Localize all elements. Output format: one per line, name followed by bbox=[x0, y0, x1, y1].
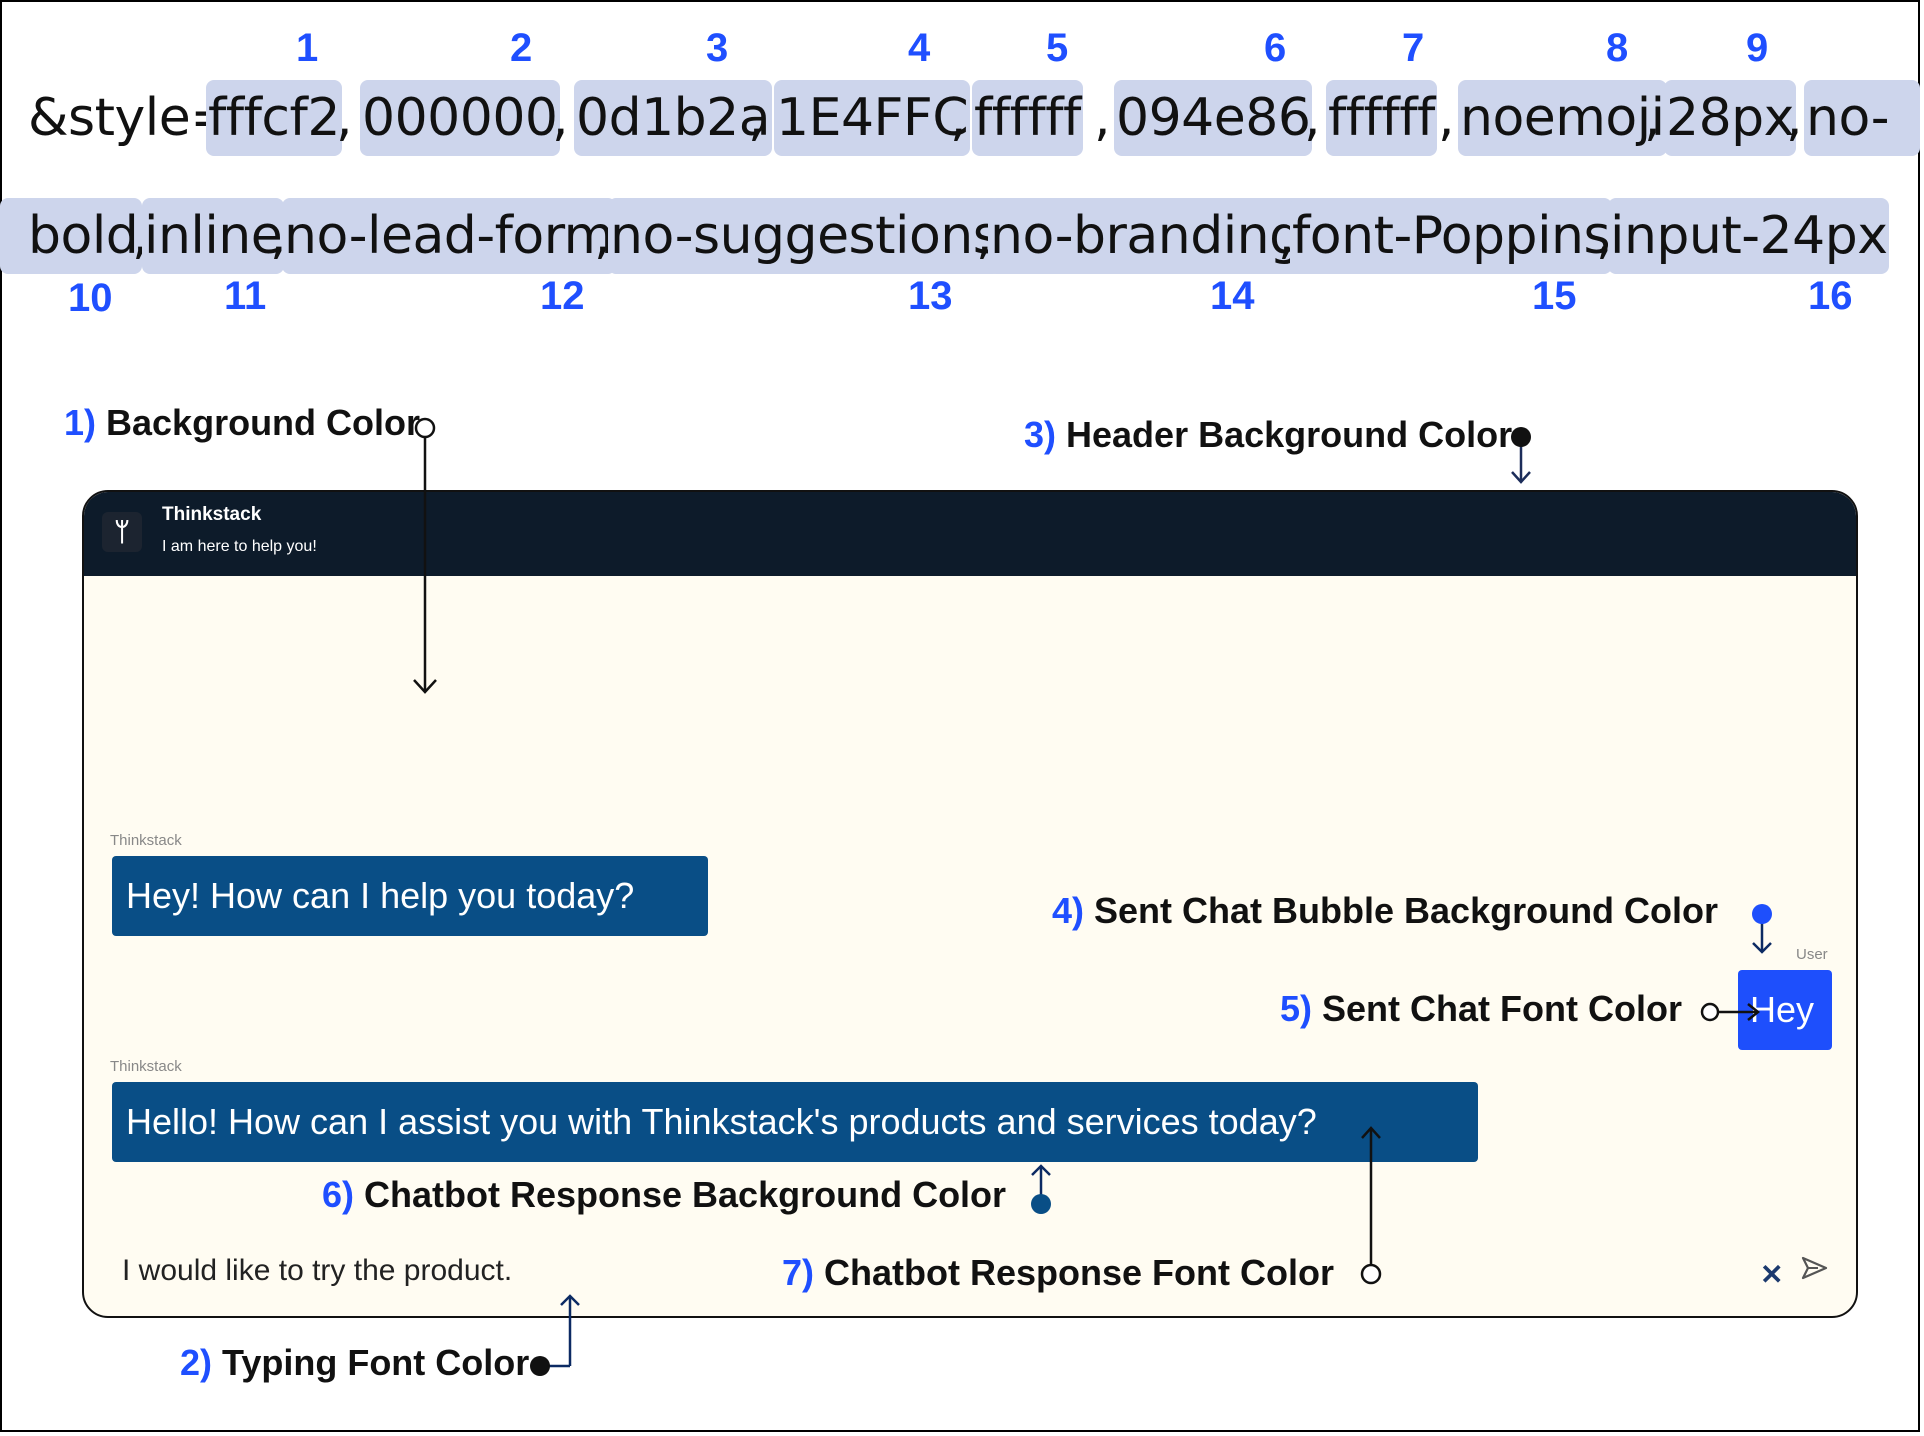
label-bot-font: 7) Chatbot Response Font Color bbox=[782, 1252, 1334, 1293]
token-number: 15 bbox=[1532, 274, 1577, 318]
label-header-background: 3) Header Background Color bbox=[1024, 414, 1513, 455]
separator: , bbox=[748, 88, 765, 148]
token-12: no-lead-form bbox=[282, 198, 616, 274]
send-icon[interactable] bbox=[1798, 1252, 1830, 1284]
separator: , bbox=[336, 88, 353, 148]
token-2: 000000 bbox=[360, 80, 560, 156]
token-number: 12 bbox=[540, 274, 585, 318]
token-8: noemoji bbox=[1458, 80, 1667, 156]
style-prefix: &style= bbox=[28, 88, 234, 148]
token-4: 1E4FFC bbox=[774, 80, 971, 156]
token-number: 13 bbox=[908, 274, 953, 318]
bot-message-bubble: Hey! How can I help you today? bbox=[112, 856, 708, 936]
token-13: no-suggestions bbox=[608, 198, 1002, 274]
bot-sender-name: Thinkstack bbox=[110, 832, 182, 849]
chat-header: ᛘ Thinkstack I am here to help you! bbox=[84, 492, 1856, 576]
separator: , bbox=[1644, 88, 1661, 148]
token-3: 0d1b2a bbox=[574, 80, 773, 156]
separator: , bbox=[950, 88, 967, 148]
token-number: 5 bbox=[1046, 26, 1069, 70]
label-sent-bubble-bg: 4) Sent Chat Bubble Background Color bbox=[1052, 890, 1719, 931]
token-6: 094e86 bbox=[1114, 80, 1313, 156]
token-14: no-branding bbox=[988, 198, 1304, 274]
thinkstack-logo-icon: ᛘ bbox=[102, 512, 142, 552]
label-background-color: 1) Background Color bbox=[64, 402, 421, 443]
message-input[interactable]: I would like to try the product. bbox=[122, 1254, 512, 1288]
token-7: ffffff bbox=[1326, 80, 1437, 156]
token-number: 10 bbox=[68, 276, 113, 320]
token-16: input-24px bbox=[1608, 198, 1890, 274]
header-subtitle: I am here to help you! bbox=[162, 538, 317, 555]
token-number: 14 bbox=[1210, 274, 1255, 318]
separator: , bbox=[552, 88, 569, 148]
separator: , bbox=[1438, 88, 1455, 148]
token-number: 6 bbox=[1264, 26, 1287, 70]
token-number: 11 bbox=[224, 274, 267, 318]
bot-message-bubble: Hello! How can I assist you with Thinkst… bbox=[112, 1082, 1478, 1162]
token-10-part: no- bbox=[1804, 80, 1920, 156]
token-5: ffffff bbox=[972, 80, 1083, 156]
label-typing-font: 2) Typing Font Color bbox=[180, 1342, 530, 1383]
token-number: 4 bbox=[908, 26, 931, 70]
token-10: bold bbox=[0, 198, 143, 274]
header-title: Thinkstack bbox=[162, 504, 262, 525]
separator: , bbox=[1304, 88, 1321, 148]
token-number: 9 bbox=[1746, 26, 1769, 70]
token-15: font-Poppins bbox=[1290, 198, 1613, 274]
user-message-bubble: Hey bbox=[1738, 970, 1832, 1050]
token-11: inline bbox=[142, 198, 285, 274]
token-1: fffcf2 bbox=[206, 80, 342, 156]
token-number: 8 bbox=[1606, 26, 1629, 70]
separator: , bbox=[1094, 88, 1111, 148]
label-bot-bubble-bg: 6) Chatbot Response Background Color bbox=[322, 1174, 1007, 1215]
separator: , bbox=[1786, 88, 1803, 148]
token-number: 3 bbox=[706, 26, 729, 70]
close-icon[interactable]: ✕ bbox=[1760, 1258, 1783, 1291]
token-number: 2 bbox=[510, 26, 533, 70]
token-number: 7 bbox=[1402, 26, 1425, 70]
token-number: 1 bbox=[296, 26, 319, 70]
bot-sender-name: Thinkstack bbox=[110, 1058, 182, 1075]
token-9: 28px bbox=[1664, 80, 1796, 156]
user-sender-name: User bbox=[1796, 946, 1828, 963]
label-sent-font: 5) Sent Chat Font Color bbox=[1280, 988, 1682, 1029]
token-number: 16 bbox=[1808, 274, 1853, 318]
